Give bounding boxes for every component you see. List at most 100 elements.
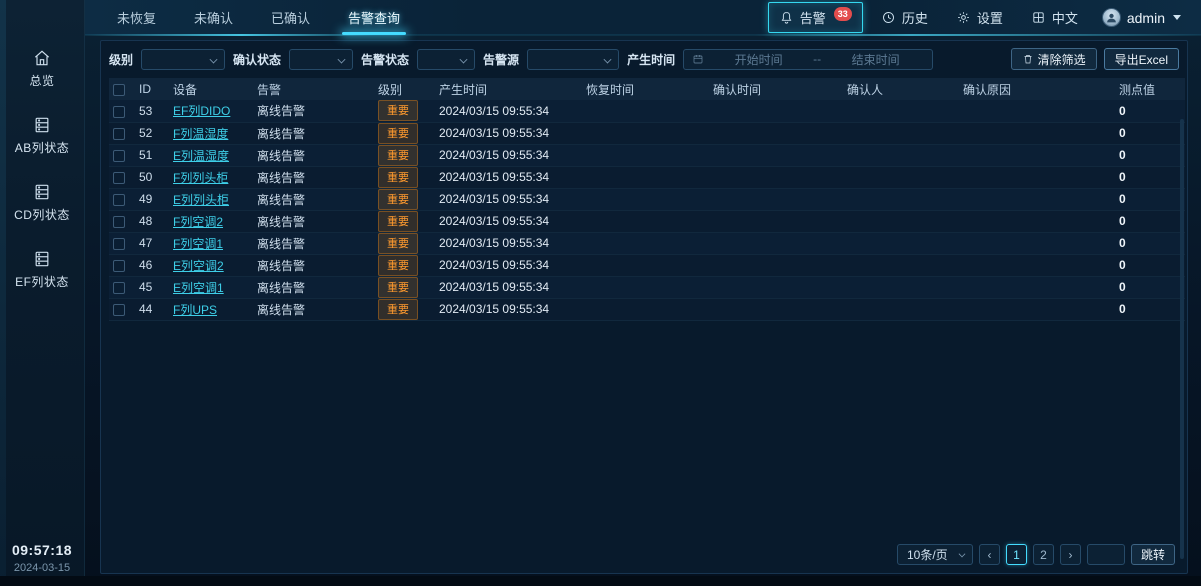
prev-page-button[interactable]: ‹ [979,544,1000,565]
jump-page-input[interactable] [1087,544,1125,565]
clear-filters-button[interactable]: 清除筛选 [1011,48,1097,70]
confirm-status-select[interactable] [289,49,353,70]
header-confirmed-by: 确认人 [843,78,959,100]
cell-id: 52 [135,122,169,144]
cell-alarm: 离线告警 [253,100,374,122]
row-checkbox[interactable] [113,194,125,206]
device-link[interactable]: E列温湿度 [173,149,229,163]
device-link[interactable]: E列列头柜 [173,193,229,207]
table-row: 45 E列空调1 离线告警 重要 2024/03/15 09:55:34 0 [109,276,1185,298]
cell-id: 47 [135,232,169,254]
end-time-placeholder: 结束时间 [827,51,924,68]
cell-reason [959,188,1115,210]
page-size-select[interactable]: 10条/页 [897,544,973,565]
scrollbar[interactable] [1180,119,1184,559]
cell-confirmed-by [843,210,959,232]
cell-recovered [582,298,709,320]
alarm-label: 告警 [800,8,826,27]
cell-confirmed-at [709,166,843,188]
language-button[interactable]: 中文 [1021,3,1088,32]
device-link[interactable]: E列空调2 [173,259,224,273]
row-checkbox[interactable] [113,150,125,162]
clock-icon [881,10,896,25]
header-reason: 确认原因 [959,78,1115,100]
cell-created: 2024/03/15 09:55:34 [435,232,582,254]
cell-value: 0 [1115,276,1185,298]
row-checkbox[interactable] [113,128,125,140]
cell-value: 0 [1115,100,1185,122]
cell-reason [959,298,1115,320]
level-badge: 重要 [378,189,418,210]
cell-alarm: 离线告警 [253,254,374,276]
device-link[interactable]: EF列DIDO [173,104,230,118]
row-checkbox[interactable] [113,172,125,184]
sidebar-item[interactable]: AB列状态 [0,109,84,162]
alarm-status-select[interactable] [417,49,475,70]
device-link[interactable]: E列空调1 [173,281,224,295]
topbar: 未恢复 未确认 已确认 告警查询 告警 33 历史 设置 [85,0,1201,35]
jump-button[interactable]: 跳转 [1131,544,1175,565]
device-link[interactable]: F列列头柜 [173,171,228,185]
cell-confirmed-by [843,166,959,188]
device-link[interactable]: F列空调2 [173,215,223,229]
cell-value: 0 [1115,232,1185,254]
cell-recovered [582,166,709,188]
level-badge: 重要 [378,233,418,254]
cell-reason [959,100,1115,122]
cell-created: 2024/03/15 09:55:34 [435,276,582,298]
cell-id: 45 [135,276,169,298]
clock-date: 2024-03-15 [0,562,84,574]
bottom-strip [0,576,1201,586]
chevron-down-icon [959,551,966,558]
level-badge: 重要 [378,255,418,276]
settings-button[interactable]: 设置 [946,3,1013,32]
row-checkbox[interactable] [113,238,125,250]
sidebar-item[interactable]: EF列状态 [0,243,84,296]
level-filter-label: 级别 [109,51,133,68]
history-button[interactable]: 历史 [871,3,938,32]
table-row: 47 F列空调1 离线告警 重要 2024/03/15 09:55:34 0 [109,232,1185,254]
level-select[interactable] [141,49,225,70]
topbar-tab[interactable]: 未恢复 [103,0,170,35]
table-row: 51 E列温湿度 离线告警 重要 2024/03/15 09:55:34 0 [109,144,1185,166]
cell-value: 0 [1115,298,1185,320]
cell-recovered [582,232,709,254]
user-menu[interactable]: admin [1096,4,1187,31]
cell-created: 2024/03/15 09:55:34 [435,122,582,144]
row-checkbox[interactable] [113,216,125,228]
alarm-button[interactable]: 告警 33 [768,2,863,33]
level-badge: 重要 [378,145,418,166]
level-badge: 重要 [378,100,418,121]
alarm-source-select[interactable] [527,49,619,70]
page-number-label: 2 [1040,548,1047,562]
date-range-picker[interactable]: 开始时间 -- 结束时间 [683,49,933,70]
topbar-tab[interactable]: 告警查询 [334,0,414,35]
cell-confirmed-at [709,232,843,254]
topbar-tab[interactable]: 未确认 [180,0,247,35]
sidebar-item[interactable]: CD列状态 [0,176,84,229]
chevron-down-icon [338,55,346,63]
alarm-count-badge: 33 [834,7,852,21]
topbar-tab[interactable]: 已确认 [257,0,324,35]
cell-confirmed-at [709,100,843,122]
device-link[interactable]: F列UPS [173,303,217,317]
row-checkbox[interactable] [113,260,125,272]
cell-confirmed-by [843,254,959,276]
header-recovered: 恢复时间 [582,78,709,100]
level-badge: 重要 [378,211,418,232]
clear-filters-label: 清除筛选 [1038,51,1086,68]
sidebar-item[interactable]: 总览 [0,42,84,95]
next-page-button[interactable]: › [1060,544,1081,565]
page-number-button[interactable]: 2 [1033,544,1054,565]
export-excel-button[interactable]: 导出Excel [1104,48,1179,70]
row-checkbox[interactable] [113,282,125,294]
page-buttons: 1 2 [1006,544,1054,565]
row-checkbox[interactable] [113,304,125,316]
device-link[interactable]: F列温湿度 [173,127,228,141]
user-name: admin [1127,10,1165,26]
row-checkbox[interactable] [113,106,125,118]
device-link[interactable]: F列空调1 [173,237,223,251]
page-number-label: 1 [1013,548,1020,562]
select-all-checkbox[interactable] [113,84,125,96]
page-number-button[interactable]: 1 [1006,544,1027,565]
